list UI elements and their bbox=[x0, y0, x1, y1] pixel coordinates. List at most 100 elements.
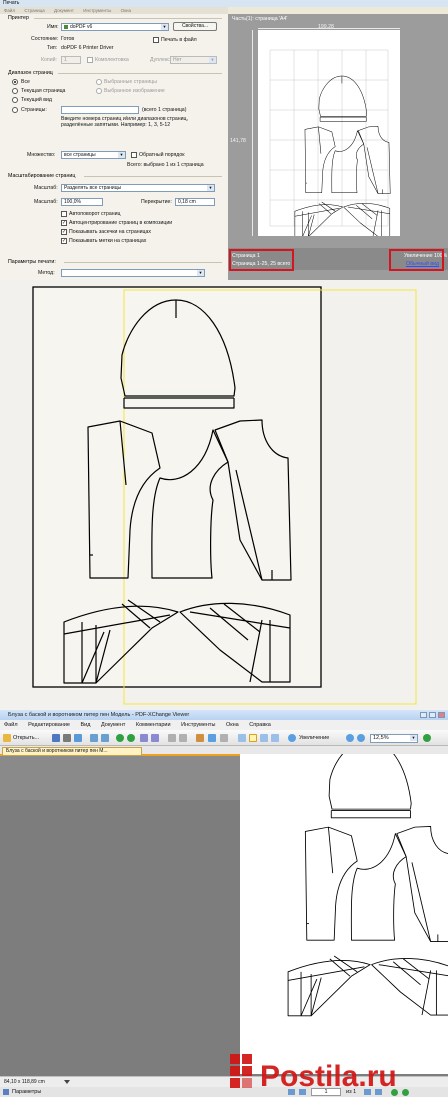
range-pages-radio[interactable] bbox=[12, 107, 18, 113]
overlap-input[interactable]: 0,18 cm bbox=[175, 198, 215, 206]
print-to-file-checkbox[interactable] bbox=[153, 37, 159, 43]
document-tab[interactable]: Блуза с баской и воротником питер пен М.… bbox=[2, 747, 142, 756]
document-page bbox=[240, 739, 448, 1074]
select-icon[interactable] bbox=[151, 734, 159, 742]
zoom-in-icon[interactable] bbox=[288, 734, 296, 742]
actual-size-icon[interactable] bbox=[271, 734, 279, 742]
params-icon bbox=[3, 1089, 9, 1095]
subset-select[interactable]: все страницы ▼ bbox=[61, 151, 126, 159]
scale-label: Масштаб: bbox=[34, 185, 58, 191]
dialog-title: Печать bbox=[0, 0, 448, 7]
duplex-value: Нет bbox=[173, 57, 182, 63]
overlap-value: 0,18 cm bbox=[178, 199, 196, 205]
zoom-button[interactable]: Увеличение bbox=[299, 734, 329, 742]
scale-mode-select[interactable]: Разделять все страницы ▼ bbox=[61, 184, 215, 192]
collate-label: Комплектовка bbox=[95, 57, 129, 63]
menu-item[interactable]: Файл bbox=[4, 8, 15, 13]
copies-input[interactable]: 1 bbox=[61, 56, 81, 64]
menu-windows[interactable]: Окна bbox=[226, 722, 239, 728]
hand-tool-icon[interactable] bbox=[196, 734, 204, 742]
chevron-down-icon: ▼ bbox=[410, 735, 417, 741]
range-current-view-radio[interactable] bbox=[12, 97, 18, 103]
zoom-plus-icon[interactable] bbox=[357, 734, 365, 742]
subset-label: Множество: bbox=[27, 152, 56, 158]
cut-marks-checkbox[interactable]: ✓ bbox=[61, 229, 67, 235]
print-to-file-label: Печать в файл bbox=[161, 37, 197, 43]
reverse-order-label: Обратный порядок bbox=[139, 152, 185, 158]
postila-watermark: Postila.ru bbox=[230, 1054, 397, 1093]
preview-height-ruler bbox=[252, 30, 253, 236]
range-pages-input[interactable] bbox=[61, 106, 139, 114]
params-button[interactable]: Параметры bbox=[12, 1087, 41, 1097]
scroll-icon[interactable] bbox=[140, 734, 148, 742]
range-current-view-label: Текущий вид bbox=[21, 97, 52, 103]
maximize-icon[interactable] bbox=[429, 712, 436, 718]
zoom-input[interactable]: 100,0% bbox=[61, 198, 103, 206]
menu-item[interactable]: Инструменты bbox=[83, 8, 111, 13]
zoom-level-select[interactable]: 12,5% ▼ bbox=[370, 734, 418, 743]
range-selected-pages-radio[interactable] bbox=[96, 79, 102, 85]
viewer-menu-bar: Файл Редактирование Вид Документ Коммент… bbox=[0, 720, 448, 730]
redo-icon[interactable] bbox=[101, 734, 109, 742]
menu-help[interactable]: Справка bbox=[249, 722, 271, 728]
zoom-value: 100,0% bbox=[64, 199, 81, 205]
back-icon[interactable] bbox=[116, 734, 124, 742]
duplex-select[interactable]: Нет ▼ bbox=[170, 56, 217, 64]
menu-item[interactable]: Страница bbox=[24, 8, 44, 13]
range-selected-image-radio[interactable] bbox=[96, 88, 102, 94]
fit-page-icon[interactable] bbox=[249, 734, 257, 742]
menu-tools[interactable]: Инструменты bbox=[181, 722, 215, 728]
auto-center-checkbox[interactable]: ✓ bbox=[61, 220, 67, 226]
reverse-order-checkbox[interactable] bbox=[131, 152, 137, 158]
range-all-label: Все bbox=[21, 79, 30, 85]
print-icon[interactable] bbox=[63, 734, 71, 742]
pdf-viewer-window: Блуза с баской и воротником питер пен Мо… bbox=[0, 710, 448, 1097]
save-icon[interactable] bbox=[52, 734, 60, 742]
chevron-down-icon: ▼ bbox=[118, 152, 125, 158]
zoom-tool-icon[interactable] bbox=[208, 734, 216, 742]
fit-width-icon[interactable] bbox=[260, 734, 268, 742]
minimize-icon[interactable] bbox=[420, 712, 427, 718]
rotate-left-icon[interactable] bbox=[168, 734, 176, 742]
auto-rotate-checkbox[interactable] bbox=[61, 211, 67, 217]
output-method-select[interactable]: ▼ bbox=[61, 269, 205, 277]
dialog-menu: Файл Страница Документ Инструменты Окна bbox=[0, 7, 228, 14]
range-current-page-radio[interactable] bbox=[12, 88, 18, 94]
print-dialog: Печать Файл Страница Документ Инструмент… bbox=[0, 0, 448, 280]
menu-file[interactable]: Файл bbox=[4, 722, 18, 728]
open-icon[interactable] bbox=[3, 734, 11, 742]
watermark-text: Postila.ru bbox=[260, 1060, 397, 1093]
undo-icon[interactable] bbox=[90, 734, 98, 742]
menu-item[interactable]: Документ bbox=[54, 8, 74, 13]
range-all-radio[interactable] bbox=[12, 79, 18, 85]
close-icon[interactable] bbox=[438, 712, 445, 718]
copies-label: Копий: bbox=[41, 57, 57, 63]
email-icon[interactable] bbox=[74, 734, 82, 742]
printer-name-select[interactable]: doPDF v6 ▼ bbox=[61, 23, 169, 31]
group-divider bbox=[34, 18, 222, 19]
go-icon[interactable] bbox=[423, 734, 431, 742]
menu-edit[interactable]: Редактирование bbox=[28, 722, 70, 728]
page-labels-checkbox[interactable]: ✓ bbox=[61, 238, 67, 244]
collate-checkbox[interactable] bbox=[87, 57, 93, 63]
menu-item[interactable]: Окна bbox=[121, 8, 131, 13]
scale-mode-value: Разделять все страницы bbox=[64, 185, 122, 191]
chevron-down-icon: ▼ bbox=[161, 24, 168, 30]
group-divider bbox=[84, 176, 222, 177]
printer-name-value: doPDF v6 bbox=[70, 24, 93, 30]
zoom-out-icon[interactable] bbox=[346, 734, 354, 742]
viewer-toolbar: Открыть... Увеличение 12,5% ▼ bbox=[0, 730, 448, 746]
preview-page bbox=[258, 30, 400, 236]
open-button[interactable]: Открыть... bbox=[13, 734, 39, 742]
chevron-down-icon[interactable] bbox=[64, 1080, 70, 1084]
single-page-icon[interactable] bbox=[238, 734, 246, 742]
range-selected-image-label: Выбранное изображение bbox=[104, 88, 165, 94]
rotate-right-icon[interactable] bbox=[179, 734, 187, 742]
menu-view[interactable]: Вид bbox=[81, 722, 91, 728]
snapshot-icon[interactable] bbox=[220, 734, 228, 742]
printer-icon bbox=[64, 24, 68, 29]
properties-button[interactable]: Свойства... bbox=[173, 22, 217, 31]
menu-document[interactable]: Документ bbox=[101, 722, 125, 728]
forward-icon[interactable] bbox=[127, 734, 135, 742]
menu-comments[interactable]: Комментарии bbox=[136, 722, 171, 728]
